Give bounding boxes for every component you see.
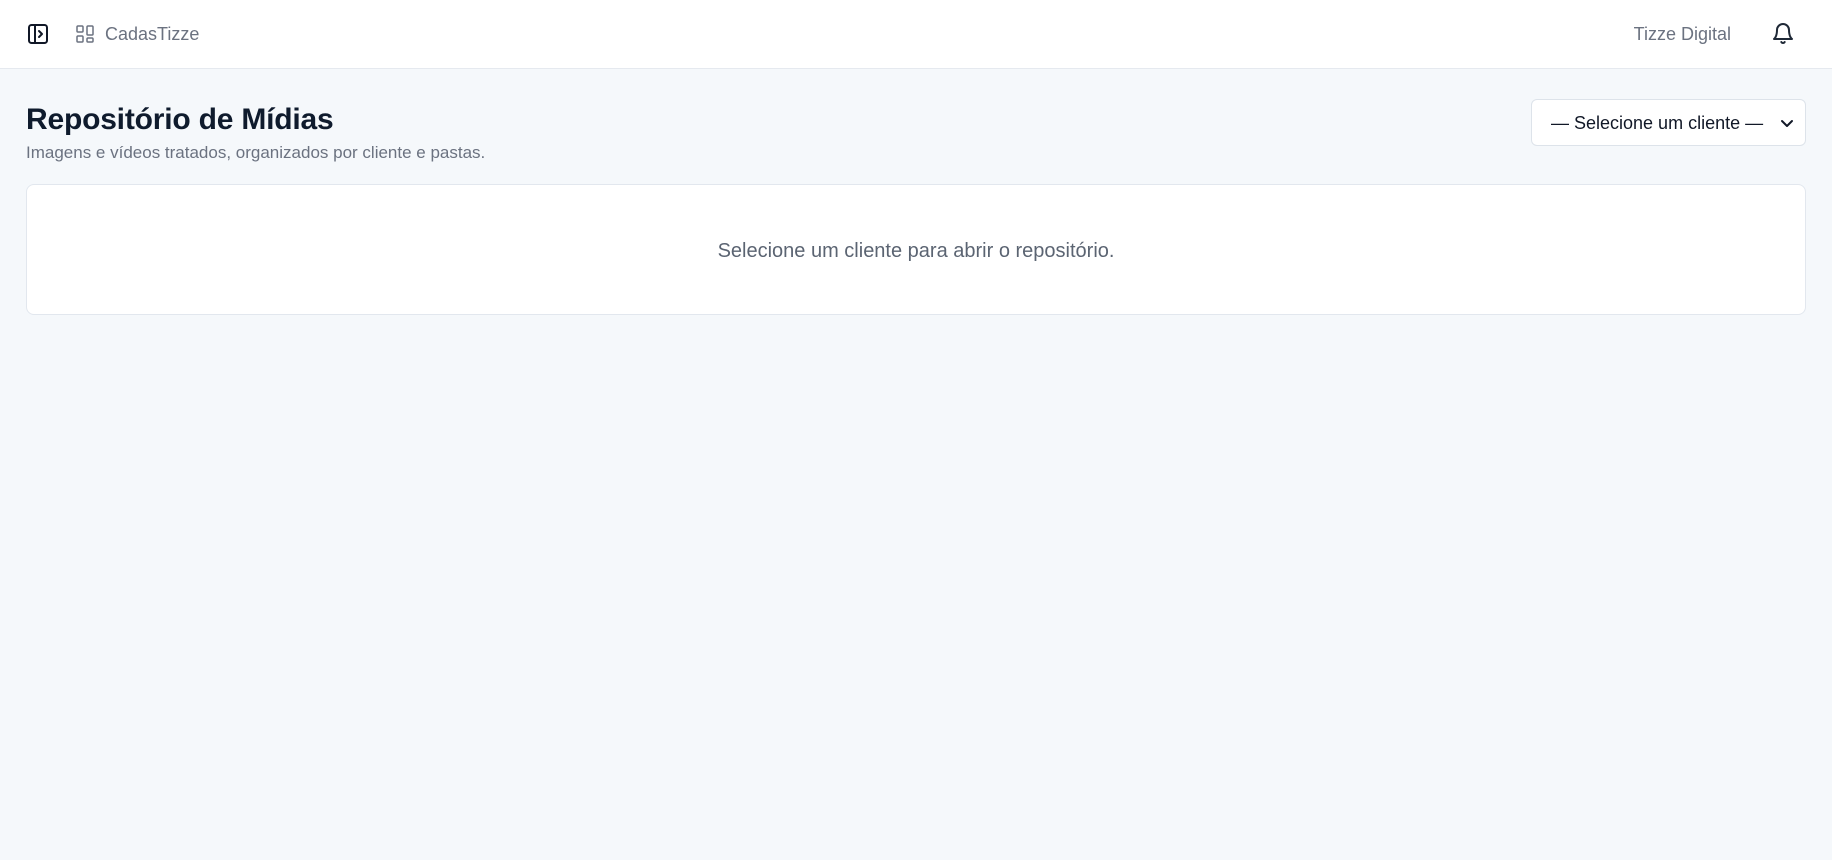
page-title: Repositório de Mídias [26, 103, 334, 136]
client-select-value: — Selecione um cliente — [1551, 113, 1764, 133]
sidebar-toggle-icon[interactable] [26, 22, 50, 46]
organization-name: Tizze Digital [1633, 24, 1731, 44]
bell-icon[interactable] [1771, 20, 1795, 46]
repository-panel: Selecione um cliente para abrir o reposi… [26, 184, 1806, 315]
empty-state-message: Selecione um cliente para abrir o reposi… [717, 240, 1115, 262]
grid-icon [76, 25, 94, 43]
top-bar: CadasTizze Tizze Digital [0, 0, 1832, 69]
page-subtitle: Imagens e vídeos tratados, organizados p… [26, 143, 486, 162]
chevron-down-icon [1779, 115, 1795, 131]
app-name-link[interactable]: CadasTizze [105, 22, 199, 46]
client-select[interactable]: — Selecione um cliente — [1531, 99, 1806, 146]
